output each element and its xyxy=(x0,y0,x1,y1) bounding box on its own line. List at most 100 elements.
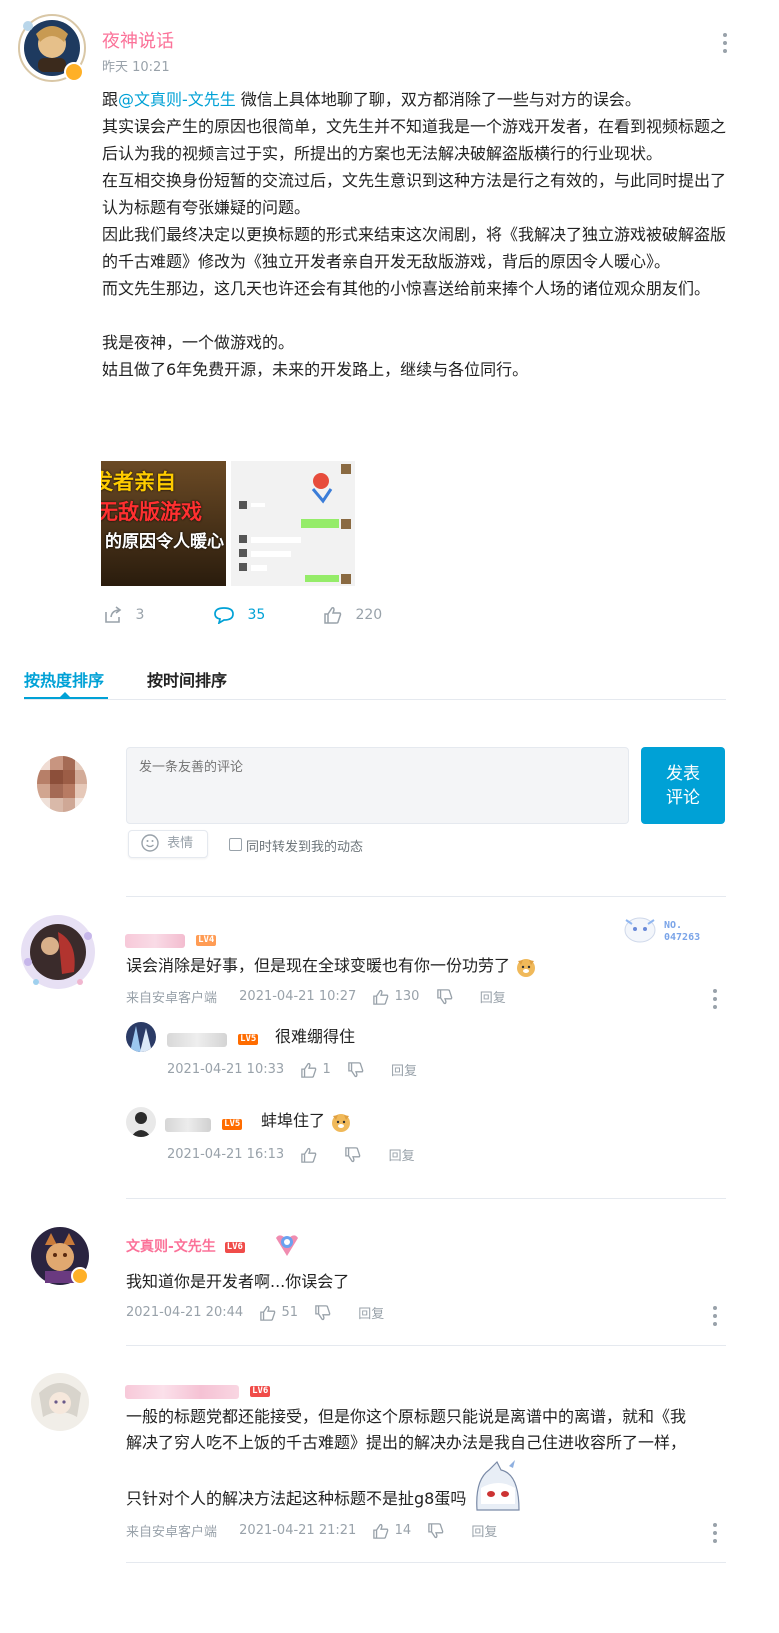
reply-name-blurred[interactable]: LV5 xyxy=(165,1114,243,1133)
doge-emoji-icon xyxy=(332,1113,351,1132)
thumbnail-text: 无敌版游戏 xyxy=(101,500,202,524)
comment-date: 2021-04-21 20:44 xyxy=(126,1305,244,1320)
smiley-icon xyxy=(141,833,159,852)
commenter-name-blurred[interactable]: LV4 xyxy=(125,930,217,949)
emoji-button[interactable]: 表情 xyxy=(128,830,208,858)
thumbs-down-icon xyxy=(428,1522,444,1538)
post-paragraph: 在互相交换身份短暂的交流过后，文先生意识到这种方法是行之有效的，与此同时提出了认… xyxy=(102,171,727,217)
reply-dislike-button[interactable] xyxy=(344,1146,366,1162)
submit-comment-button[interactable]: 发表 评论 xyxy=(641,747,725,824)
verified-badge-icon xyxy=(71,1267,89,1285)
tab-time[interactable]: 按时间排序 xyxy=(147,667,227,691)
thumbs-down-icon xyxy=(436,988,452,1004)
reply-name-blurred[interactable]: LV5 xyxy=(167,1029,259,1048)
composer-divider xyxy=(126,896,726,897)
tab-hot[interactable]: 按热度排序 xyxy=(24,667,104,691)
commenter-name[interactable]: 文真则-文先生 LV6 xyxy=(126,1236,245,1256)
reply-like-button[interactable]: 1 xyxy=(300,1062,335,1078)
comment-meta: 2021-04-21 20:44 51 回复 xyxy=(126,1303,384,1322)
my-avatar xyxy=(37,756,87,812)
comment-divider xyxy=(126,1345,726,1346)
doge-emoji-icon xyxy=(517,958,536,977)
comment-like-button[interactable]: 14 xyxy=(372,1523,415,1539)
level-badge: LV5 xyxy=(238,1034,259,1045)
level-badge: LV6 xyxy=(250,1386,271,1397)
mention-link[interactable]: @文真则-文先生 xyxy=(118,90,236,109)
thumbs-up-icon xyxy=(373,1523,389,1539)
share-icon xyxy=(105,606,122,623)
post-paragraph: 跟@文真则-文先生 微信上具体地聊了聊，双方都消除了一些与对方的误会。 xyxy=(102,90,641,109)
thumbs-down-icon xyxy=(345,1146,361,1162)
post-author-name[interactable]: 夜神说话 xyxy=(102,27,174,53)
comment-text: 我知道你是开发者啊...你误会了 xyxy=(126,1272,350,1291)
commenter-avatar[interactable] xyxy=(31,1227,89,1285)
post-time: 昨天 10:21 xyxy=(102,60,170,75)
post-signature: 姑且做了6年免费开源，未来的开发路上，继续与各位同行。 xyxy=(102,360,529,379)
reply-button[interactable]: 回复 xyxy=(389,1149,415,1164)
reply-button[interactable]: 回复 xyxy=(480,991,506,1006)
level-badge: LV6 xyxy=(224,1241,245,1253)
forward-checkbox[interactable] xyxy=(229,838,242,851)
comment-input[interactable] xyxy=(126,747,629,824)
medal-icon xyxy=(270,1228,304,1258)
reply-meta: 2021-04-21 16:13 回复 xyxy=(167,1145,415,1164)
reply-avatar[interactable] xyxy=(126,1107,156,1137)
comment-dislike-button[interactable] xyxy=(427,1522,449,1538)
post-image-chat-screenshot[interactable] xyxy=(231,461,355,586)
reply-like-button[interactable] xyxy=(300,1147,322,1163)
reply-dislike-button[interactable] xyxy=(347,1061,369,1077)
thumbnail-text: 开发者亲自 xyxy=(101,470,176,494)
comment-text: 误会消除是好事，但是现在全球变暖也有你一份功劳了 xyxy=(126,953,537,979)
comment-like-button[interactable]: 51 xyxy=(259,1305,302,1321)
reply-avatar[interactable] xyxy=(126,1022,156,1052)
thumbnail-text: 的原因令人暖心 xyxy=(105,532,224,552)
commenter-avatar[interactable] xyxy=(31,1373,89,1431)
comment-meta: 来自安卓客户端 2021-04-21 21:21 14 回复 xyxy=(126,1521,497,1540)
comment-date: 2021-04-21 10:27 xyxy=(239,989,357,1004)
anime-girl-emoji-icon xyxy=(476,1459,521,1511)
comment-dislike-button[interactable] xyxy=(436,988,458,1004)
reply-text: 蚌埠住了 xyxy=(261,1108,352,1134)
fan-badge: NO. 047263 xyxy=(620,912,716,948)
comment-divider xyxy=(126,1198,726,1199)
comment-button[interactable]: 35 xyxy=(213,606,265,624)
comment-like-button[interactable]: 130 xyxy=(372,989,423,1005)
comment-more-icon[interactable] xyxy=(713,1306,717,1330)
thumbs-up-icon xyxy=(301,1062,317,1078)
commenter-avatar[interactable] xyxy=(18,912,98,992)
comment-date: 2021-04-21 21:21 xyxy=(239,1523,357,1538)
share-button[interactable]: 3 xyxy=(103,606,144,624)
post-signature: 我是夜神，一个做游戏的。 xyxy=(102,333,295,352)
reply-text: 很难绷得住 xyxy=(275,1027,356,1046)
forward-label: 同时转发到我的动态 xyxy=(246,840,364,855)
author-avatar[interactable] xyxy=(16,12,88,84)
reply-button[interactable]: 回复 xyxy=(358,1307,384,1322)
comment-icon xyxy=(214,607,234,624)
post-body: 跟@文真则-文先生 微信上具体地聊了聊，双方都消除了一些与对方的误会。 其实误会… xyxy=(102,86,732,383)
reply-meta: 2021-04-21 10:33 1 回复 xyxy=(167,1060,417,1079)
comment-more-icon[interactable] xyxy=(713,1523,717,1547)
level-badge: LV5 xyxy=(222,1119,243,1130)
post-paragraph: 其实误会产生的原因也很简单，文先生并不知道我是一个游戏开发者，在看到视频标题之后… xyxy=(102,117,727,163)
comment-source: 来自安卓客户端 xyxy=(126,991,218,1006)
thumbs-down-icon xyxy=(348,1061,364,1077)
level-badge: LV4 xyxy=(196,935,217,946)
post-more-icon[interactable] xyxy=(723,33,727,57)
comment-dislike-button[interactable] xyxy=(314,1304,336,1320)
post-paragraph: 而文先生那边，这几天也许还会有其他的小惊喜送给前来捧个人场的诸位观众朋友们。 xyxy=(102,279,711,298)
tab-active-caret xyxy=(60,692,70,697)
reply-button[interactable]: 回复 xyxy=(391,1064,417,1079)
thumbs-up-icon xyxy=(301,1147,317,1163)
reply-date: 2021-04-21 16:13 xyxy=(167,1147,285,1162)
comment-meta: 来自安卓客户端 2021-04-21 10:27 130 回复 xyxy=(126,987,506,1006)
tabs-divider xyxy=(24,699,726,700)
comment-more-icon[interactable] xyxy=(713,989,717,1013)
comment-divider xyxy=(126,1562,726,1563)
comment-text: 一般的标题党都还能接受，但是你这个原标题只能说是离谱中的离谱，就和《我 解决了穷… xyxy=(126,1404,726,1512)
post-image-thumbnail[interactable]: 开发者亲自 无敌版游戏 的原因令人暖心 xyxy=(101,461,226,586)
like-button[interactable]: 220 xyxy=(323,606,382,624)
reply-button[interactable]: 回复 xyxy=(471,1525,497,1540)
thumbs-up-icon xyxy=(373,989,389,1005)
post-paragraph: 因此我们最终决定以更换标题的形式来结束这次闹剧，将《我解决了独立游戏被破解盗版的… xyxy=(102,225,727,271)
commenter-name-blurred[interactable]: LV6 xyxy=(125,1381,271,1400)
